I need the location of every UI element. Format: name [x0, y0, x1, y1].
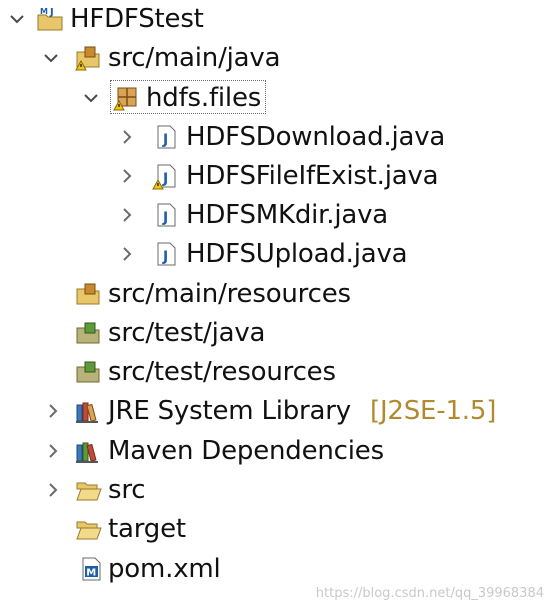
tree-row-project[interactable]: M J HFDFStest [0, 0, 554, 38]
tree-label-library: JRE System Library [108, 396, 351, 426]
tree-row-src-main-java[interactable]: src/main/java [0, 39, 554, 77]
package-warning-icon [112, 84, 140, 112]
tree-row-file-ifexist[interactable]: J HDFSFileIfExist.java [0, 157, 554, 195]
folder-open-icon [74, 476, 102, 504]
tree-row-file-download[interactable]: J HDFSDownload.java [0, 118, 554, 156]
tree-label-package: hdfs.files [146, 83, 262, 113]
folder-open-icon [74, 515, 102, 543]
chevron-right-icon[interactable] [116, 235, 138, 273]
java-file-warning-icon: J [152, 162, 180, 190]
tree-row-src-test-resources[interactable]: src/test/resources [0, 353, 554, 391]
tree-label-file: HDFSFileIfExist.java [186, 161, 439, 191]
library-icon [74, 397, 102, 425]
svg-text:M: M [86, 568, 96, 579]
tree-row-pom[interactable]: M pom.xml [0, 550, 554, 588]
svg-text:M: M [40, 7, 48, 16]
tree-label-folder: src/main/resources [108, 279, 351, 309]
tree-label-folder: target [108, 514, 186, 544]
chevron-right-icon[interactable] [116, 196, 138, 234]
tree-row-file-upload[interactable]: J HDFSUpload.java [0, 235, 554, 273]
chevron-right-icon[interactable] [42, 432, 64, 470]
chevron-right-icon[interactable] [42, 392, 64, 430]
tree-row-target[interactable]: target [0, 510, 554, 548]
tree-label-folder: src/test/resources [108, 357, 336, 387]
tree-row-package-hdfs-files[interactable]: hdfs.files [0, 79, 554, 117]
tree-label-decoration: [J2SE-1.5] [370, 396, 497, 426]
tree-row-file-mkdir[interactable]: J HDFSMKdir.java [0, 196, 554, 234]
svg-text:J: J [49, 7, 54, 18]
java-file-icon: J [152, 240, 180, 268]
tree-label-library: Maven Dependencies [108, 436, 384, 466]
tree-row-jre-library[interactable]: JRE System Library [J2SE-1.5] [0, 392, 554, 430]
svg-text:J: J [162, 210, 168, 226]
tree-row-maven-dependencies[interactable]: Maven Dependencies [0, 432, 554, 470]
chevron-right-icon[interactable] [116, 157, 138, 195]
test-source-folder-icon [74, 358, 102, 386]
tree-label-folder: src [108, 475, 146, 505]
java-file-icon: J [152, 201, 180, 229]
chevron-down-icon[interactable] [6, 0, 28, 38]
test-source-folder-icon [74, 319, 102, 347]
chevron-down-icon[interactable] [40, 39, 62, 77]
maven-java-project-icon: M J [36, 5, 64, 33]
svg-text:J: J [162, 249, 168, 265]
tree-row-src-test-java[interactable]: src/test/java [0, 314, 554, 352]
chevron-right-icon[interactable] [116, 118, 138, 156]
tree-label-file: pom.xml [108, 554, 221, 584]
library-icon [74, 437, 102, 465]
tree-label-src-main-java: src/main/java [108, 43, 281, 73]
chevron-right-icon[interactable] [42, 471, 64, 509]
maven-pom-icon: M [78, 555, 106, 583]
source-folder-icon [74, 280, 102, 308]
tree-label-folder: src/test/java [108, 318, 266, 348]
tree-row-src-main-resources[interactable]: src/main/resources [0, 275, 554, 313]
tree-label-file: HDFSMKdir.java [186, 200, 389, 230]
tree-row-src[interactable]: src [0, 471, 554, 509]
watermark: https://blog.csdn.net/qq_39968384 [315, 586, 544, 601]
tree-label-file: HDFSDownload.java [186, 122, 446, 152]
svg-text:J: J [162, 171, 168, 187]
tree-label-project: HFDFStest [70, 4, 204, 34]
tree-label-file: HDFSUpload.java [186, 239, 408, 269]
chevron-down-icon[interactable] [80, 79, 102, 117]
svg-text:J: J [162, 132, 168, 148]
java-file-icon: J [152, 123, 180, 151]
source-folder-warning-icon [74, 44, 102, 72]
